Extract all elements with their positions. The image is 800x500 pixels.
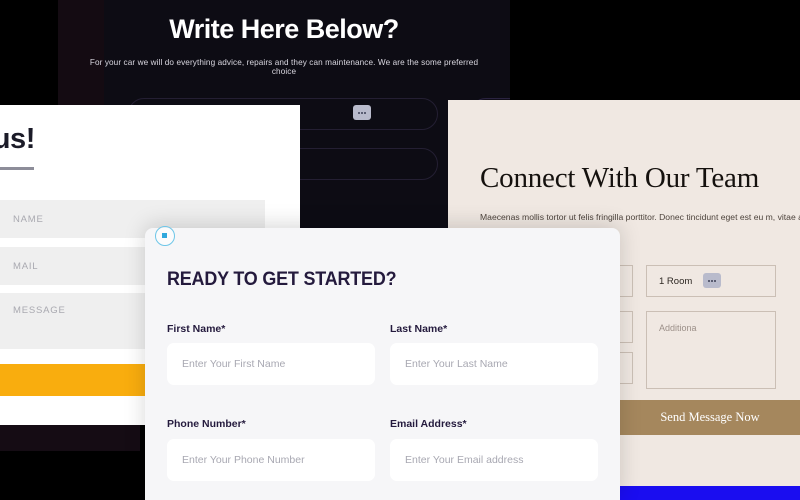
first-name-input[interactable]: Enter Your First Name	[167, 343, 375, 385]
dark-panel-title: Write Here Below?	[169, 14, 399, 44]
phone-number-input[interactable]: Enter Your Phone Number	[167, 439, 375, 481]
ready-to-get-started-card: READY TO GET STARTED? First Name* Enter …	[145, 228, 620, 500]
keyboard-dots-icon	[353, 105, 371, 120]
screenshot-stage: Write Here Below? For your car we will d…	[0, 0, 800, 500]
blue-accent-strip	[620, 486, 800, 500]
label-first-name: First Name*	[167, 323, 226, 335]
send-message-button[interactable]: Send Message Now	[620, 400, 800, 435]
dark-panel-subtitle: For your car we will do everything advic…	[89, 58, 479, 76]
label-last-name: Last Name*	[390, 323, 448, 335]
last-name-input[interactable]: Enter Your Last Name	[390, 343, 598, 385]
beige-title: Connect With Our Team	[480, 162, 760, 194]
cursor-indicator	[155, 226, 175, 246]
label-email-address: Email Address*	[390, 418, 467, 430]
email-address-input[interactable]: Enter Your Email address	[390, 439, 598, 481]
white-panel-title: us!	[0, 123, 35, 155]
title-underline	[0, 167, 34, 170]
label-phone-number: Phone Number*	[167, 418, 246, 430]
keyboard-dots-icon-2	[703, 273, 721, 288]
white-panel-footer-strip	[0, 425, 140, 451]
additional-notes-textarea[interactable]: Additiona	[646, 311, 776, 389]
card-title: READY TO GET STARTED?	[167, 268, 397, 290]
